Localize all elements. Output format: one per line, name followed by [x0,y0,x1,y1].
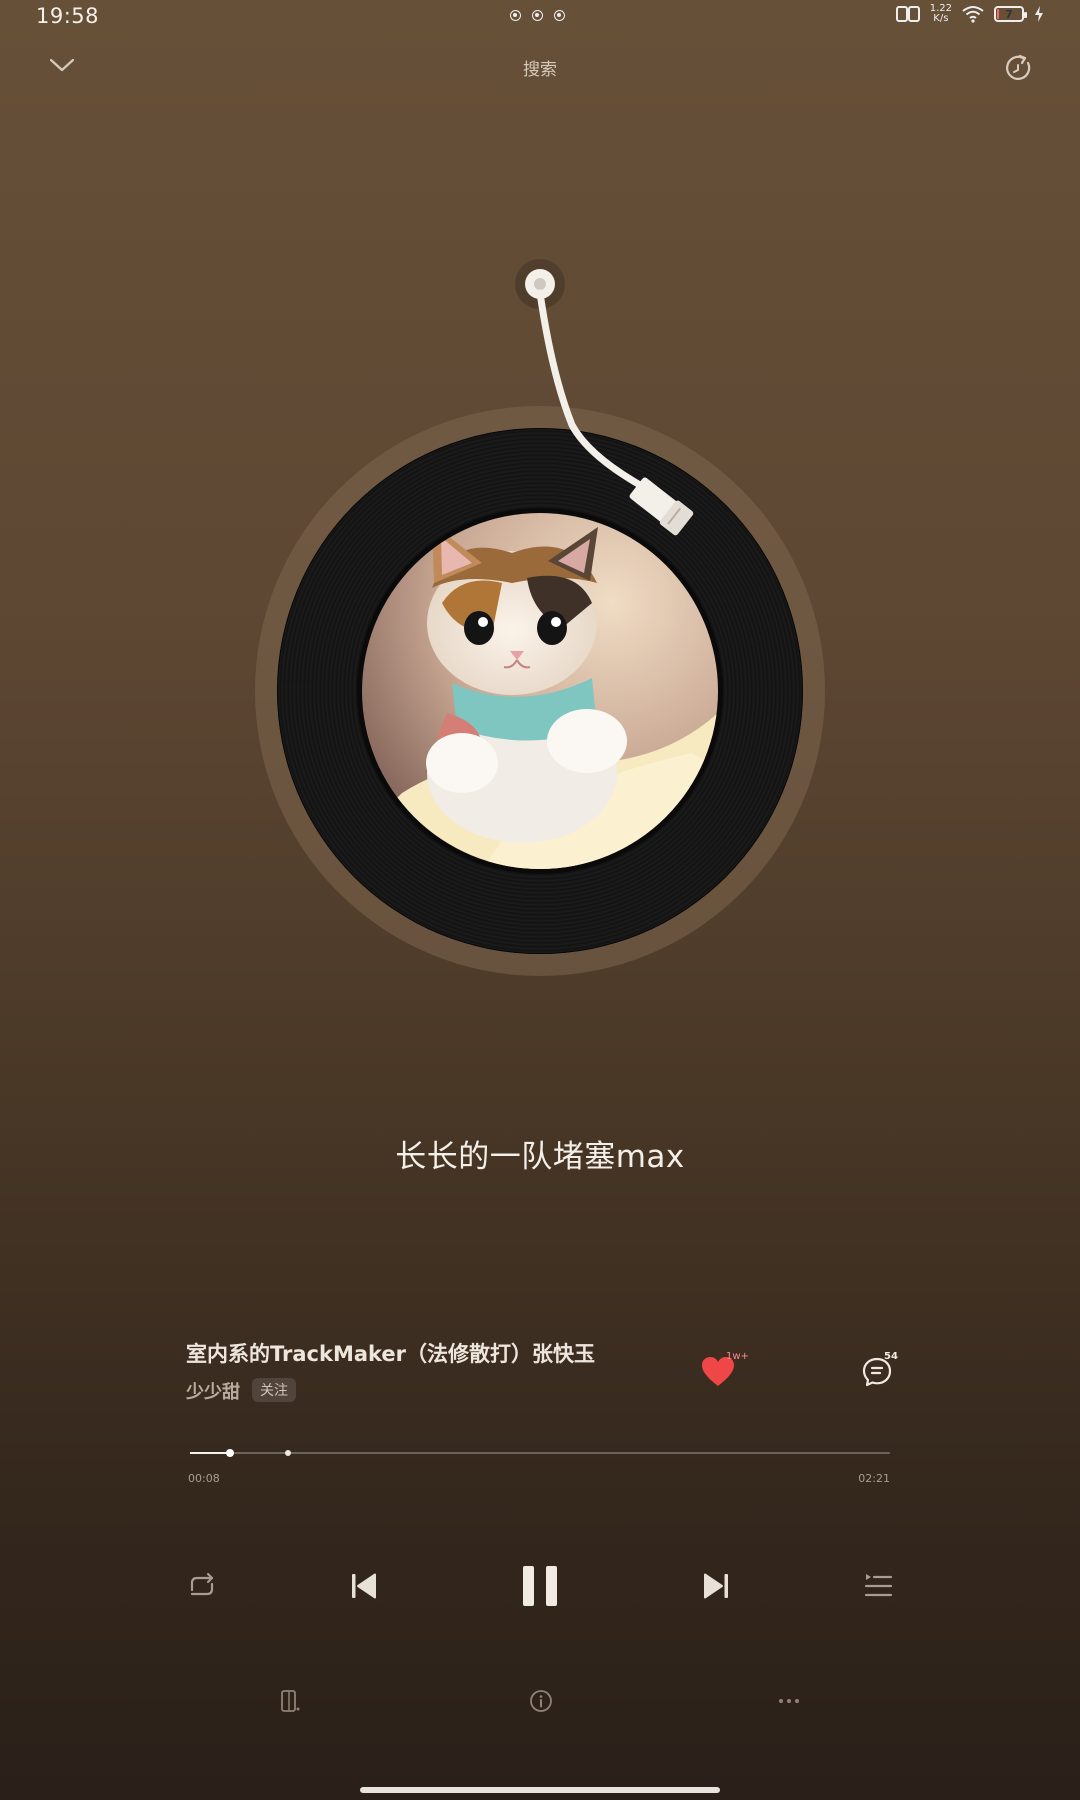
progress-thumb[interactable] [225,1449,234,1457]
dual-app-icon [895,6,920,22]
album-art-image [362,513,718,869]
battery-level [997,9,999,19]
next-icon [704,1573,728,1599]
search-link[interactable]: 搜索 [0,55,1080,80]
total-time: 02:21 [858,1472,890,1485]
charging-icon [1035,6,1043,22]
pause-icon [523,1566,557,1606]
device-switch-icon [281,1690,300,1712]
battery-icon: 7 [994,6,1027,22]
buffer-marker [285,1450,291,1456]
song-title[interactable]: 室内系的TrackMaker（法修散打）张快玉 [186,1338,595,1368]
device-button[interactable] [276,1686,306,1716]
battery-percent: 7 [1005,7,1013,21]
tonearm[interactable] [500,255,720,555]
status-icons: 1.22 K/s 7 [895,3,1044,24]
pause-button[interactable] [516,1562,564,1610]
playlist-icon [864,1574,893,1597]
like-count: 1w+ [726,1351,749,1362]
follow-button[interactable]: 关注 [252,1378,296,1402]
artist-name[interactable]: 少少甜 [186,1378,240,1404]
progress-fill [190,1452,230,1454]
playlist-button[interactable] [858,1566,898,1606]
previous-icon [352,1573,376,1599]
album-art [362,513,718,869]
repeat-icon [190,1572,214,1596]
previous-button[interactable] [344,1566,384,1606]
comment-count: 54 [884,1351,898,1362]
current-time: 00:08 [188,1472,220,1485]
net-speed: 1.22 K/s [929,3,952,24]
progress-slider[interactable] [190,1449,890,1457]
next-button[interactable] [696,1566,736,1606]
repeat-button[interactable] [182,1566,222,1606]
home-indicator[interactable] [360,1787,720,1793]
more-icon [779,1699,799,1703]
wifi-icon [962,6,984,23]
more-button[interactable] [774,1686,804,1716]
info-icon [530,1690,552,1712]
refresh-share-icon [1006,54,1031,80]
info-button[interactable] [526,1686,556,1716]
status-time: 19:58 [36,4,100,28]
share-button[interactable] [1000,50,1036,86]
status-dots [510,10,565,21]
current-lyric[interactable]: 长长的一队堵塞max [0,1131,1080,1176]
